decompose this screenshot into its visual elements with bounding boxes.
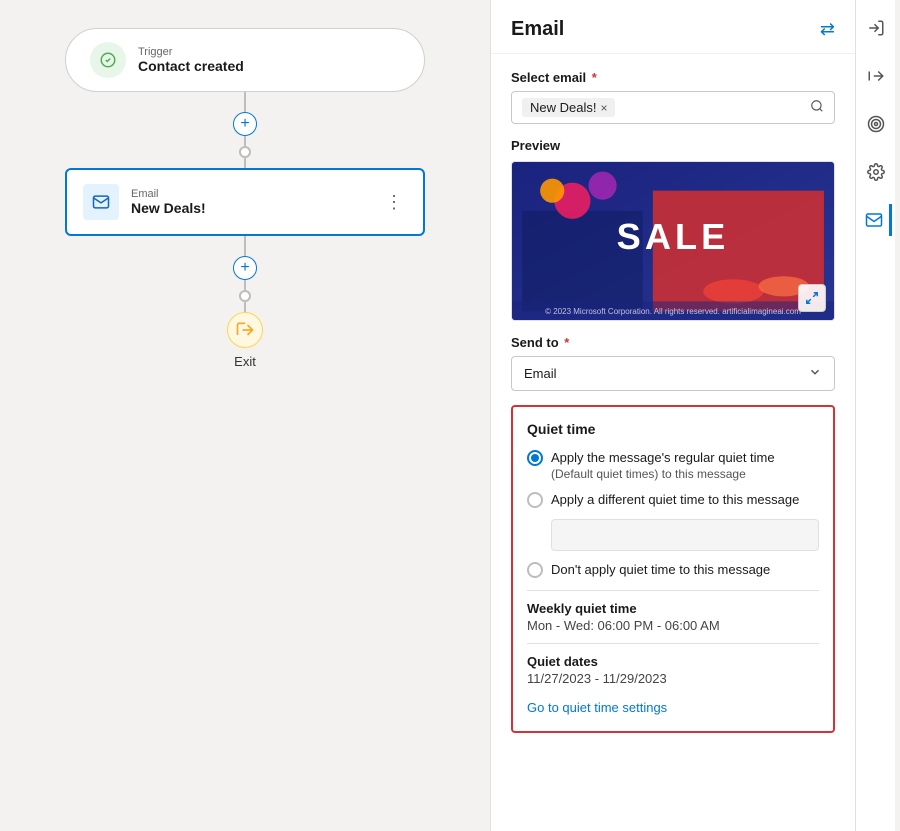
sidebar-email-icon[interactable]: [860, 204, 892, 236]
canvas-area: Trigger Contact created + Email New Deal…: [0, 0, 490, 831]
required-star-2: *: [561, 335, 570, 350]
right-sidebar: [855, 0, 895, 831]
trigger-text-block: Trigger Contact created: [138, 46, 244, 74]
add-step-button-2[interactable]: +: [233, 256, 257, 280]
line-4: [244, 236, 246, 256]
exit-icon: [227, 312, 263, 348]
divider-2: [527, 643, 819, 644]
email-node-icon: [83, 184, 119, 220]
quiet-time-option-1[interactable]: Apply the message's regular quiet time (…: [527, 449, 819, 481]
quiet-dates-value: 11/27/2023 - 11/29/2023: [527, 671, 819, 686]
radio-button-2[interactable]: [527, 492, 543, 508]
connector-1: +: [233, 92, 257, 168]
exit-svg-icon: [235, 320, 255, 340]
send-to-value: Email: [524, 366, 557, 381]
quiet-time-option-2[interactable]: Apply a different quiet time to this mes…: [527, 491, 819, 509]
preview-label: Preview: [511, 138, 835, 153]
quiet-time-option-2-text: Apply a different quiet time to this mes…: [551, 491, 799, 509]
right-panel: Email ⇄ Select email * New Deals! × Prev…: [490, 0, 855, 831]
chevron-down-icon: [808, 365, 822, 379]
quiet-dates-block: Quiet dates 11/27/2023 - 11/29/2023: [527, 654, 819, 686]
email-tag[interactable]: New Deals! ×: [522, 98, 615, 117]
select-email-field[interactable]: New Deals! ×: [511, 91, 835, 124]
preview-copyright: © 2023 Microsoft Corporation. All rights…: [545, 307, 801, 316]
divider-1: [527, 590, 819, 591]
radio-button-3[interactable]: [527, 562, 543, 578]
quiet-time-option-1-text: Apply the message's regular quiet time: [551, 449, 775, 467]
search-icon[interactable]: [810, 99, 824, 116]
email-node[interactable]: Email New Deals! ⋮: [65, 168, 425, 236]
radio-button-1[interactable]: [527, 450, 543, 466]
quiet-time-option-3[interactable]: Don't apply quiet time to this message: [527, 561, 819, 579]
quiet-dates-label: Quiet dates: [527, 654, 819, 669]
select-email-label: Select email *: [511, 70, 835, 85]
sidebar-settings-icon[interactable]: [860, 156, 892, 188]
required-star-1: *: [588, 70, 597, 85]
weekly-quiet-time-block: Weekly quiet time Mon - Wed: 06:00 PM - …: [527, 601, 819, 633]
sale-svg-image: SALE: [512, 162, 834, 320]
trigger-icon: [90, 42, 126, 78]
sidebar-share-icon[interactable]: [860, 60, 892, 92]
send-to-label: Send to *: [511, 335, 835, 350]
send-to-dropdown[interactable]: Email: [511, 356, 835, 391]
connector-2: +: [233, 236, 257, 312]
search-svg: [810, 99, 824, 113]
exit-label: Exit: [234, 354, 256, 369]
different-quiet-time-input: [551, 519, 819, 551]
panel-link-icon[interactable]: ⇄: [820, 19, 835, 40]
exit-block: Exit: [227, 312, 263, 369]
email-svg-icon: [91, 192, 111, 212]
line-2: [244, 136, 246, 146]
sidebar-login-icon[interactable]: [860, 12, 892, 44]
trigger-svg-icon: [99, 51, 117, 69]
email-node-text: Email New Deals!: [131, 188, 369, 216]
weekly-quiet-time-label: Weekly quiet time: [527, 601, 819, 616]
trigger-label: Trigger: [138, 46, 244, 58]
connector-dot-2: [239, 290, 251, 302]
panel-title: Email: [511, 18, 564, 41]
add-step-button-1[interactable]: +: [233, 112, 257, 136]
quiet-time-section: Quiet time Apply the message's regular q…: [511, 405, 835, 733]
line-3: [244, 158, 246, 168]
email-node-menu-button[interactable]: ⋮: [381, 188, 407, 217]
line-5: [244, 280, 246, 290]
email-tag-text: New Deals!: [530, 100, 596, 115]
trigger-node: Trigger Contact created: [65, 28, 425, 92]
preview-image: SALE © 2023 Microsoft Corporation. All r…: [511, 161, 835, 321]
expand-svg: [805, 291, 819, 305]
quiet-time-title: Quiet time: [527, 421, 819, 437]
send-to-dropdown-icon: [808, 365, 822, 382]
email-node-title: New Deals!: [131, 200, 369, 216]
svg-text:SALE: SALE: [617, 216, 730, 257]
line-6: [244, 302, 246, 312]
panel-content: Select email * New Deals! × Preview: [491, 54, 855, 831]
go-to-quiet-time-link[interactable]: Go to quiet time settings: [527, 700, 667, 715]
quiet-time-option-1-subtext: (Default quiet times) to this message: [551, 467, 775, 481]
line-1: [244, 92, 246, 112]
trigger-title: Contact created: [138, 58, 244, 74]
sidebar-target-icon[interactable]: [860, 108, 892, 140]
sale-image-bg: SALE © 2023 Microsoft Corporation. All r…: [512, 162, 834, 320]
quiet-time-option-3-text: Don't apply quiet time to this message: [551, 561, 770, 579]
email-tag-close-button[interactable]: ×: [600, 101, 607, 115]
connector-dot-1: [239, 146, 251, 158]
preview-expand-button[interactable]: [798, 284, 826, 312]
panel-header: Email ⇄: [491, 0, 855, 54]
weekly-quiet-time-value: Mon - Wed: 06:00 PM - 06:00 AM: [527, 618, 819, 633]
email-node-label: Email: [131, 188, 369, 200]
